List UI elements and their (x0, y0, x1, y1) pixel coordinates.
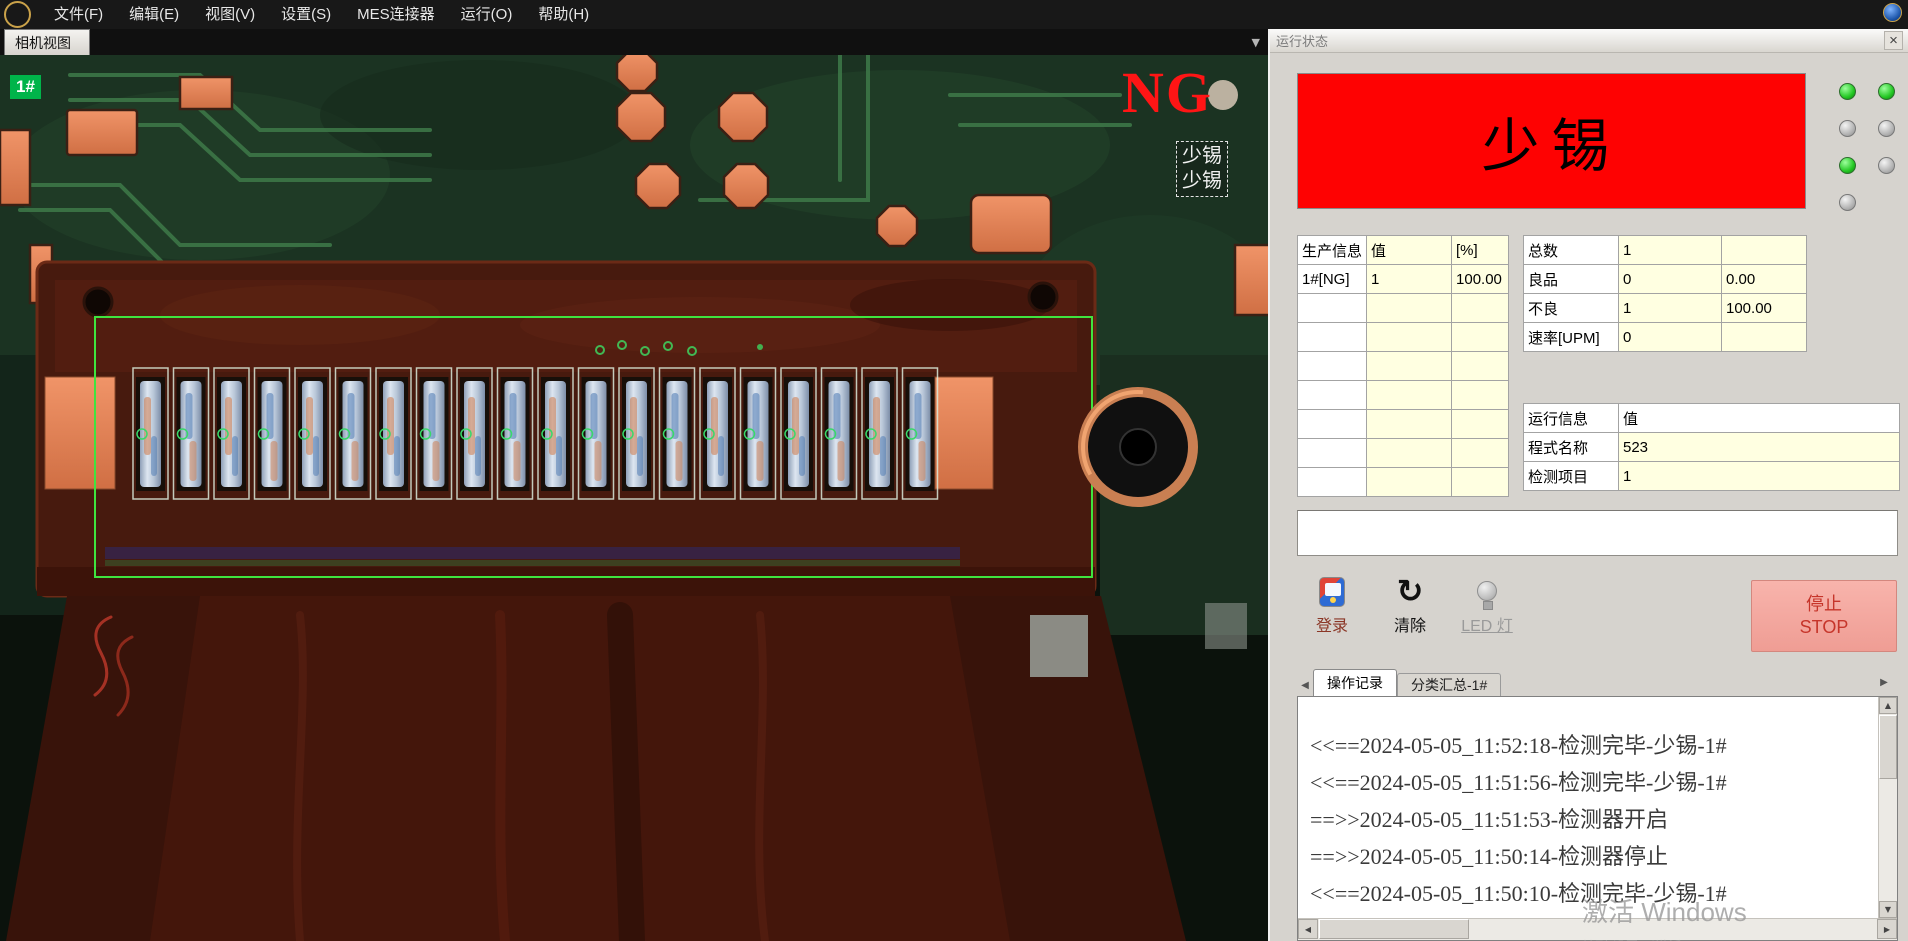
menu-bar: 文件(F) 编辑(E) 视图(V) 设置(S) MES连接器 运行(O) 帮助(… (0, 0, 1908, 29)
statistics-table: 总数 1 良品 0 0.00 不良 1 100.00 (1523, 235, 1807, 352)
menu-mes-connector[interactable]: MES连接器 (344, 0, 448, 29)
run-status-panel: 运行状态 × 少锡 生产信息 值 (1270, 29, 1908, 941)
run-info-table: 运行信息 值 程式名称 523 检测项目 1 (1523, 403, 1900, 491)
clear-button-label: 清除 (1394, 612, 1426, 636)
table-row: 检测项目 1 (1524, 462, 1900, 491)
tab-scroll-left-icon[interactable]: ◀ (1297, 674, 1313, 696)
led-indicator (1839, 157, 1856, 174)
log-entry[interactable]: ==>>2024-05-05_11:51:53-检测器开启 (1310, 801, 1878, 838)
scroll-up-icon[interactable]: ▲ (1879, 697, 1897, 714)
table-row (1298, 410, 1509, 439)
app-logo-icon (4, 1, 31, 28)
menu-run[interactable]: 运行(O) (448, 0, 526, 29)
inspection-result-text: NG (1122, 59, 1213, 126)
led-indicator (1839, 194, 1856, 211)
camera-viewport[interactable]: 1# NG 少锡 少锡 (0, 55, 1268, 941)
scroll-right-icon[interactable]: ▶ (1877, 919, 1897, 939)
run-info-header: 运行信息 值 (1524, 404, 1900, 433)
tab-classification-summary[interactable]: 分类汇总-1# (1397, 673, 1501, 696)
panel-body: 少锡 生产信息 值 [%] 1# (1270, 53, 1908, 941)
panel-titlebar: 运行状态 × (1270, 29, 1908, 53)
tab-camera-view-label: 相机视图 (15, 33, 71, 53)
log-tabstrip: ◀ 操作记录 分类汇总-1# ▶ (1297, 667, 1898, 696)
horizontal-scroll-thumb[interactable] (1319, 919, 1469, 939)
defect-label: 少锡 (1182, 169, 1222, 194)
login-button-label: 登录 (1316, 612, 1348, 636)
stop-button-label-en: STOP (1800, 616, 1849, 639)
menu-view[interactable]: 视图(V) (192, 0, 268, 29)
led-indicator (1878, 120, 1895, 137)
clear-icon: ↻ (1397, 575, 1424, 607)
tab-scroll-right-icon[interactable]: ▶ (1876, 671, 1892, 693)
panel-title: 运行状态 (1276, 31, 1328, 50)
main-area: 相机视图 ▼ (0, 29, 1908, 941)
camera-tabstrip: 相机视图 ▼ (0, 29, 1268, 55)
login-button[interactable]: 登录 (1300, 573, 1364, 636)
led-indicator (1878, 157, 1895, 174)
table-row (1298, 439, 1509, 468)
table-row (1298, 352, 1509, 381)
camera-panel: 相机视图 ▼ (0, 29, 1270, 941)
station-badge: 1# (10, 75, 41, 99)
clear-button[interactable]: ↻ 清除 (1378, 573, 1442, 636)
log-entry[interactable]: ==>>2024-05-05_11:50:14-检测器停止 (1310, 838, 1878, 875)
log-vertical-scrollbar[interactable]: ▲ ▼ (1878, 697, 1897, 918)
defect-banner: 少锡 (1297, 73, 1806, 209)
stop-button[interactable]: 停止 STOP (1751, 580, 1897, 652)
defect-label: 少锡 (1182, 144, 1222, 169)
table-row (1298, 294, 1509, 323)
log-entry[interactable]: <<==2024-05-05_11:50:10-检测完毕-少锡-1# (1310, 875, 1878, 912)
table-row: 良品 0 0.00 (1524, 265, 1807, 294)
production-table-header: 生产信息 值 [%] (1298, 236, 1509, 265)
table-row: 不良 1 100.00 (1524, 294, 1807, 323)
tab-camera-view[interactable]: 相机视图 (4, 29, 90, 55)
menu-settings[interactable]: 设置(S) (268, 0, 344, 29)
vertical-scroll-thumb[interactable] (1879, 715, 1897, 779)
table-row: 总数 1 (1524, 236, 1807, 265)
defect-label-box: 少锡 少锡 (1176, 141, 1228, 197)
menubar-corner-icon (1883, 3, 1902, 22)
close-icon[interactable]: × (1884, 31, 1903, 50)
led-button-label: LED 灯 (1461, 612, 1513, 636)
log-entry[interactable]: <<==2024-05-05_11:52:18-检测完毕-少锡-1# (1310, 727, 1878, 764)
operation-log-panel: <<==2024-05-05_11:52:18-检测完毕-少锡-1# <<==2… (1297, 696, 1898, 941)
led-indicator (1839, 83, 1856, 100)
tab-operation-log[interactable]: 操作记录 (1313, 669, 1397, 696)
menu-help[interactable]: 帮助(H) (525, 0, 602, 29)
table-row: 程式名称 523 (1524, 433, 1900, 462)
led-bulb-icon (1477, 581, 1497, 601)
menu-file[interactable]: 文件(F) (41, 0, 116, 29)
led-light-button[interactable]: LED 灯 (1452, 573, 1522, 636)
login-icon (1319, 577, 1345, 607)
scroll-left-icon[interactable]: ◀ (1298, 919, 1318, 939)
table-row: 1#[NG] 1 100.00 (1298, 265, 1509, 294)
defect-banner-text: 少锡 (1481, 99, 1621, 183)
tabstrip-dropdown-icon[interactable]: ▼ (1252, 29, 1260, 55)
table-row: 速率[UPM] 0 (1524, 323, 1807, 352)
stop-button-label-cn: 停止 (1806, 593, 1842, 616)
production-table: 生产信息 值 [%] 1#[NG] 1 100.00 (1297, 235, 1509, 497)
log-horizontal-scrollbar[interactable]: ◀ ▶ (1298, 918, 1897, 940)
app-window: 文件(F) 编辑(E) 视图(V) 设置(S) MES连接器 运行(O) 帮助(… (0, 0, 1908, 941)
scroll-down-icon[interactable]: ▼ (1879, 901, 1897, 918)
led-indicator (1878, 83, 1895, 100)
menu-edit[interactable]: 编辑(E) (116, 0, 192, 29)
table-row (1298, 381, 1509, 410)
message-box[interactable] (1297, 510, 1898, 556)
log-entry[interactable]: <<==2024-05-05_11:51:56-检测完毕-少锡-1# (1310, 764, 1878, 801)
table-row (1298, 468, 1509, 497)
pcb-image (0, 55, 1268, 941)
led-indicator (1839, 120, 1856, 137)
log-list: <<==2024-05-05_11:52:18-检测完毕-少锡-1# <<==2… (1298, 697, 1878, 918)
table-row (1298, 323, 1509, 352)
